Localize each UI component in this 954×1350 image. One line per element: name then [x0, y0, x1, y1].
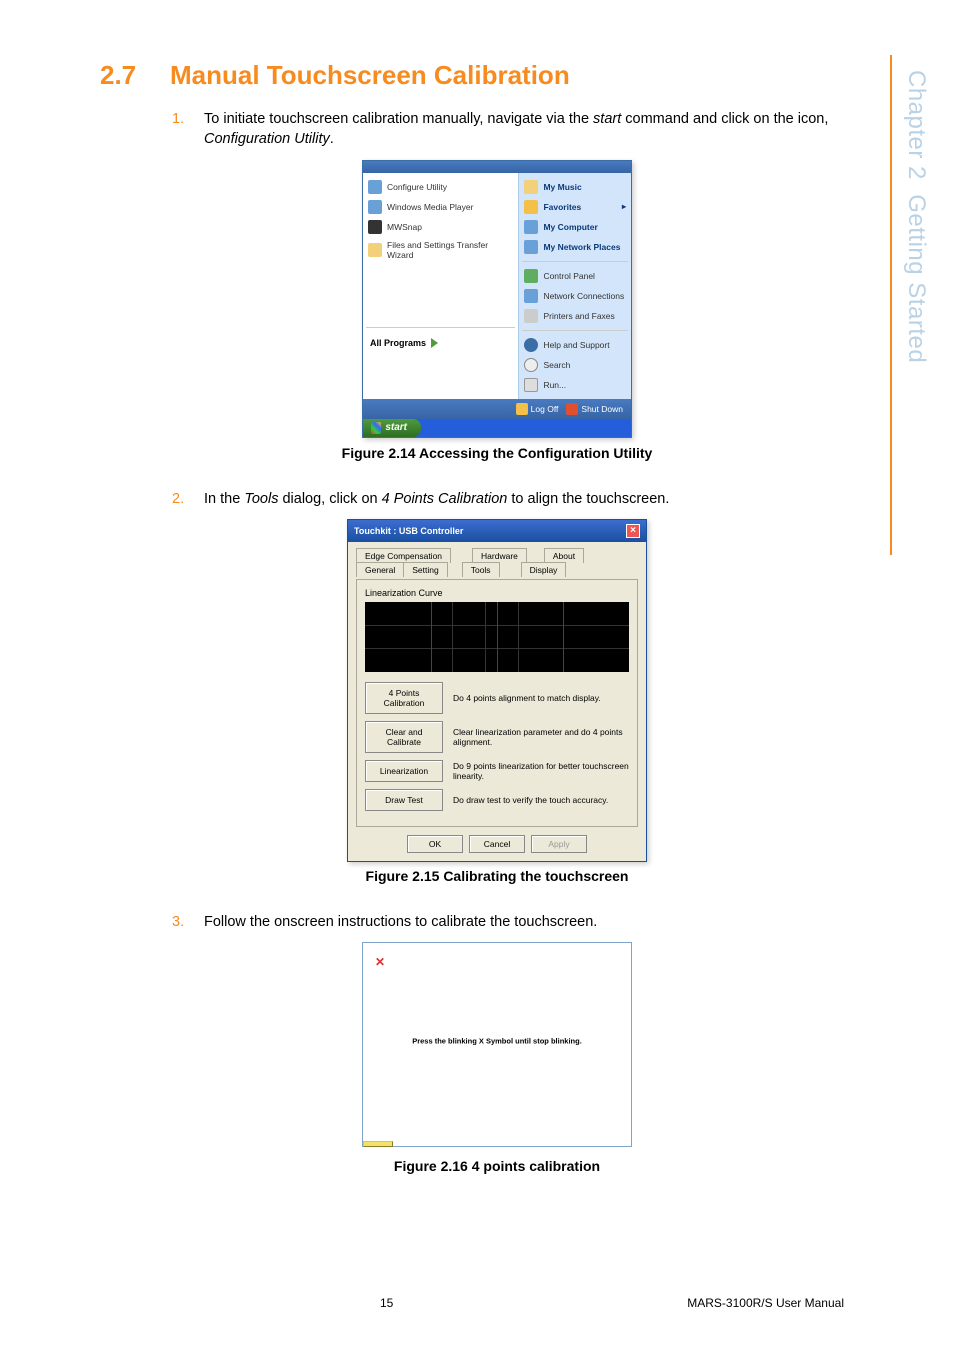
arrow-right-icon [431, 338, 438, 348]
menu-item-search[interactable]: Search [522, 355, 628, 375]
menu-item-mwsnap[interactable]: MWSnap [366, 217, 515, 237]
calibration-screen[interactable]: ✕ Press the blinking X Symbol until stop… [362, 942, 632, 1147]
windows-flag-icon [371, 422, 381, 434]
ok-button[interactable]: OK [407, 835, 463, 853]
run-icon [524, 378, 538, 392]
dialog-titlebar: Touchkit : USB Controller × [348, 520, 646, 542]
dialog-tabs: Edge Compensation Hardware About General… [356, 548, 638, 577]
tab-hardware[interactable]: Hardware [472, 548, 527, 563]
sidebar-chapter: Chapter 2 Getting Started [902, 70, 930, 363]
menu-item-network-connections[interactable]: Network Connections [522, 286, 628, 306]
sidebar-chapter-num: Chapter 2 [903, 70, 930, 180]
step-1-text: To initiate touchscreen calibration manu… [204, 109, 852, 150]
all-programs[interactable]: All Programs [366, 332, 515, 352]
shut-down-button[interactable]: Shut Down [566, 403, 623, 415]
start-button[interactable]: start [363, 419, 421, 437]
calibration-instruction: Press the blinking X Symbol until stop b… [412, 1036, 582, 1045]
search-icon [524, 358, 538, 372]
menu-item-fstw[interactable]: Files and Settings Transfer Wizard [366, 237, 515, 263]
tab-setting[interactable]: Setting [403, 562, 447, 577]
connections-icon [524, 289, 538, 303]
tab-about[interactable]: About [544, 548, 584, 563]
menu-item-control-panel[interactable]: Control Panel [522, 266, 628, 286]
start-menu-right-pane: My Music Favorites▸ My Computer My Netwo… [518, 173, 631, 399]
menu-item-wmp[interactable]: Windows Media Player [366, 197, 515, 217]
settings-icon [524, 269, 538, 283]
printer-icon [524, 309, 538, 323]
menu-item-my-music[interactable]: My Music [522, 177, 628, 197]
start-menu-left-pane: Configure Utility Windows Media Player M… [363, 173, 518, 399]
four-points-calibration-button[interactable]: 4 Points Calibration [365, 682, 443, 714]
calibration-target-icon: ✕ [375, 955, 385, 969]
linearization-curve-label: Linearization Curve [365, 588, 629, 598]
draw-test-desc: Do draw test to verify the touch accurac… [453, 795, 629, 805]
start-menu-screenshot: Configure Utility Windows Media Player M… [362, 160, 632, 438]
tab-general[interactable]: General [356, 562, 404, 577]
menu-item-configure-utility[interactable]: Configure Utility [366, 177, 515, 197]
help-icon [524, 338, 538, 352]
figure-2-14-caption: Figure 2.14 Accessing the Configuration … [100, 445, 894, 461]
network-icon [524, 240, 538, 254]
figure-2-16-caption: Figure 2.16 4 points calibration [100, 1158, 894, 1174]
menu-item-printers[interactable]: Printers and Faxes [522, 306, 628, 326]
doc-title-footer: MARS-3100R/S User Manual [687, 1296, 844, 1310]
sidebar-chapter-title: Getting Started [903, 194, 930, 363]
draw-test-button[interactable]: Draw Test [365, 789, 443, 811]
cancel-button[interactable]: Cancel [469, 835, 525, 853]
step-3-text: Follow the onscreen instructions to cali… [204, 912, 852, 932]
menu-item-network-places[interactable]: My Network Places [522, 237, 628, 257]
tab-edge-compensation[interactable]: Edge Compensation [356, 548, 451, 563]
computer-icon [524, 220, 538, 234]
tab-display[interactable]: Display [521, 562, 567, 577]
transfer-icon [368, 243, 382, 257]
step-2-num: 2. [172, 489, 204, 509]
step-1-num: 1. [172, 109, 204, 150]
step-2-text: In the Tools dialog, click on 4 Points C… [204, 489, 852, 509]
heading-title: Manual Touchscreen Calibration [170, 60, 570, 91]
step-3: 3. Follow the onscreen instructions to c… [172, 912, 852, 932]
progress-bar [363, 1141, 393, 1147]
linearization-button[interactable]: Linearization [365, 760, 443, 782]
arrow-icon: ▸ [622, 202, 626, 211]
menu-item-help[interactable]: Help and Support [522, 335, 628, 355]
section-heading: 2.7 Manual Touchscreen Calibration [100, 60, 894, 91]
step-3-num: 3. [172, 912, 204, 932]
clear-calibrate-desc: Clear linearization parameter and do 4 p… [453, 727, 629, 747]
gear-icon [368, 180, 382, 194]
clear-calibrate-button[interactable]: Clear and Calibrate [365, 721, 443, 753]
menu-item-favorites[interactable]: Favorites▸ [522, 197, 628, 217]
play-icon [368, 200, 382, 214]
apply-button[interactable]: Apply [531, 835, 587, 853]
logoff-icon [516, 403, 528, 415]
touchkit-dialog: Touchkit : USB Controller × Edge Compens… [347, 519, 647, 862]
four-points-desc: Do 4 points alignment to match display. [453, 693, 629, 703]
heading-number: 2.7 [100, 60, 170, 91]
linearization-grid [365, 602, 629, 672]
tab-tools[interactable]: Tools [462, 562, 500, 577]
menu-item-run[interactable]: Run... [522, 375, 628, 395]
dialog-title: Touchkit : USB Controller [354, 526, 463, 536]
menu-item-my-computer[interactable]: My Computer [522, 217, 628, 237]
figure-2-15-caption: Figure 2.15 Calibrating the touchscreen [100, 868, 894, 884]
step-1: 1. To initiate touchscreen calibration m… [172, 109, 852, 150]
close-icon[interactable]: × [626, 524, 640, 538]
step-2: 2. In the Tools dialog, click on 4 Point… [172, 489, 852, 509]
page-number: 15 [380, 1296, 393, 1310]
log-off-button[interactable]: Log Off [516, 403, 559, 415]
camera-icon [368, 220, 382, 234]
logoff-bar: Log Off Shut Down [363, 399, 631, 419]
folder-icon [524, 180, 538, 194]
star-icon [524, 200, 538, 214]
linearization-desc: Do 9 points linearization for better tou… [453, 761, 629, 781]
shutdown-icon [566, 403, 578, 415]
